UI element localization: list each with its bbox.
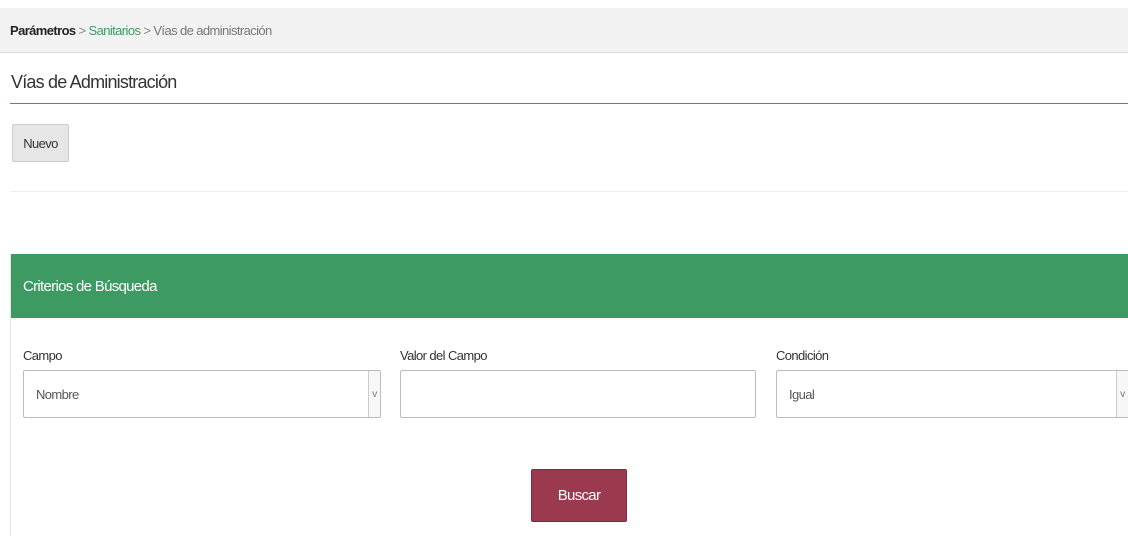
new-button[interactable]: Nuevo: [12, 124, 69, 162]
field-select[interactable]: Nombre v: [23, 370, 381, 418]
search-criteria-panel: Criterios de Búsqueda Campo Nombre v Val…: [10, 254, 1128, 536]
chevron-down-icon: v: [1116, 371, 1128, 417]
field-label: Campo: [23, 348, 63, 363]
section-divider: [10, 191, 1128, 192]
panel-header: Criterios de Búsqueda: [11, 254, 1128, 318]
title-divider: [10, 103, 1128, 104]
breadcrumb: Parámetros > Sanitarios > Vías de admini…: [0, 8, 1128, 53]
breadcrumb-root[interactable]: Parámetros: [10, 23, 76, 38]
condition-select-value: Igual: [789, 386, 815, 402]
value-label: Valor del Campo: [400, 348, 487, 363]
value-input[interactable]: [400, 370, 756, 418]
condition-label: Condición: [776, 348, 829, 363]
page-title: Vías de Administración: [11, 72, 177, 92]
breadcrumb-separator: >: [78, 22, 87, 38]
chevron-down-icon: v: [368, 371, 380, 417]
breadcrumb-current: Vías de administración: [153, 22, 272, 38]
field-select-value: Nombre: [36, 386, 79, 402]
breadcrumb-section-link[interactable]: Sanitarios: [89, 23, 141, 38]
search-button[interactable]: Buscar: [531, 469, 627, 522]
condition-select[interactable]: Igual v: [776, 370, 1128, 418]
breadcrumb-separator: >: [143, 22, 151, 38]
